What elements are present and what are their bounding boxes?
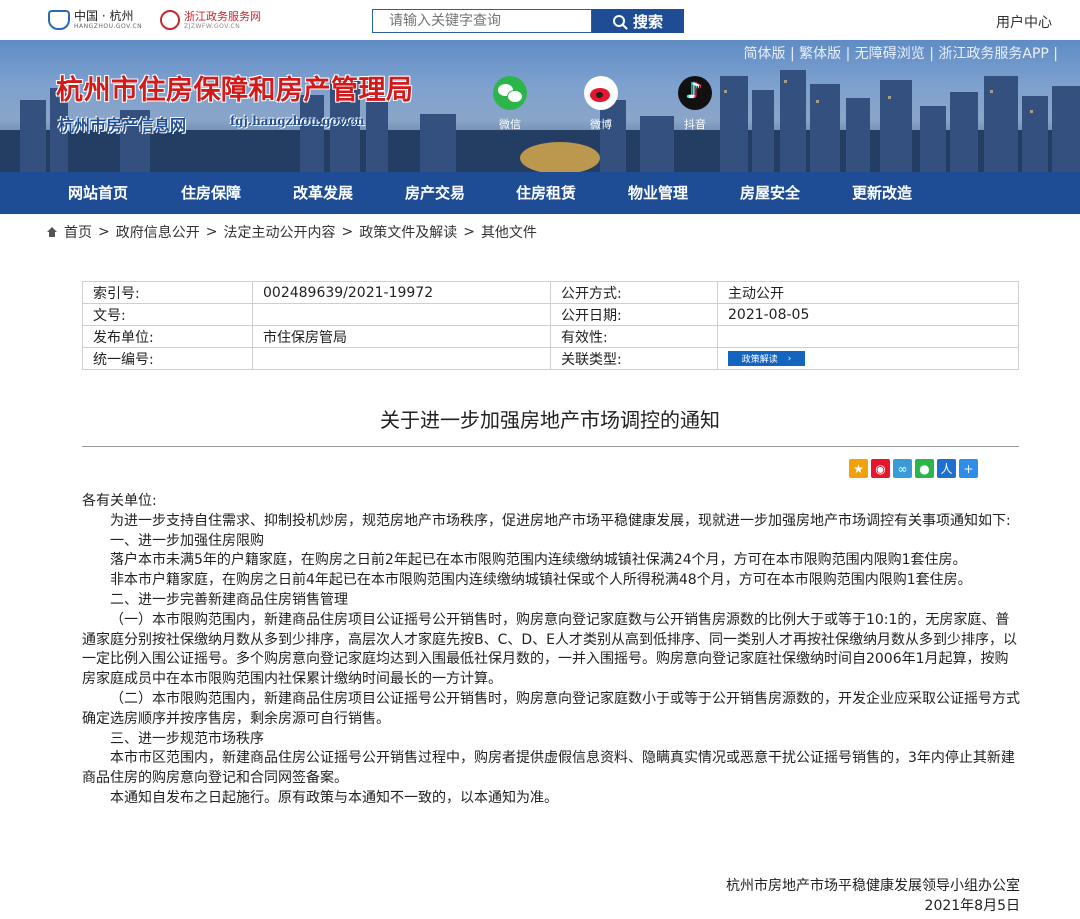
- site-url: fgj.hangzhou.gov.cn: [230, 114, 365, 128]
- weibo-icon: [584, 76, 618, 110]
- search-icon: [612, 15, 625, 27]
- meta-value: 2021-08-05: [717, 303, 1019, 326]
- hangzhou-logo-icon: [48, 10, 70, 30]
- policy-interpretation-label: 政策解读: [741, 355, 778, 365]
- section-heading: 二、进一步完善新建商品住房销售管理: [110, 591, 348, 608]
- meta-key: 有效性:: [550, 325, 718, 348]
- breadcrumb-gov-info[interactable]: 政府信息公开: [116, 222, 200, 242]
- site-subtitle: 杭州市房产信息网: [58, 116, 187, 135]
- table-row: 发布单位: 市住保房管局 有效性:: [82, 325, 1019, 348]
- meta-value: [717, 325, 1019, 348]
- section-heading: 一、进一步加强住房限购: [110, 532, 264, 549]
- wechat-label: 微信: [499, 118, 521, 131]
- more-share-icon[interactable]: +: [959, 459, 978, 478]
- paragraph: （二）本市限购范围内，新建商品住房项目公证摇号公开销售时，购房意向登记家庭数小于…: [82, 690, 1020, 727]
- meta-key: 文号:: [82, 303, 253, 326]
- paragraph: 本市市区范围内，新建商品住房公证摇号公开销售过程中，购房者提供虚假信息资料、隐瞒…: [82, 750, 1015, 787]
- nav-item-building-safety[interactable]: 房屋安全: [740, 172, 800, 214]
- nav-item-renewal[interactable]: 更新改造: [852, 172, 912, 214]
- meta-key: 索引号:: [82, 281, 253, 304]
- home-icon: [46, 227, 58, 237]
- breadcrumb-home[interactable]: 首页: [64, 222, 92, 242]
- nav-item-property-trade[interactable]: 房产交易: [405, 172, 465, 214]
- zjzwfw-logo-icon: [160, 10, 180, 30]
- nav-item-housing-security[interactable]: 住房保障: [181, 172, 241, 214]
- wechat-icon: [493, 76, 527, 110]
- paragraph: 非本市户籍家庭，在购房之日前4年起已在本市限购范围内连续缴纳城镇社保或个人所得税…: [110, 572, 972, 589]
- top-bar: 中国 · 杭州 HANGZHOU.GOV.CN 浙江政务服务网 ZJZWFW.G…: [0, 0, 1080, 40]
- header-banner: 简体版 | 繁体版 | 无障碍浏览 | 浙江政务服务APP | 杭州市住房保障和…: [0, 40, 1080, 172]
- table-row: 索引号: 002489639/2021-19972 公开方式: 主动公开: [82, 281, 1019, 304]
- douyin-label: 抖音: [684, 118, 706, 131]
- douyin-link[interactable]: 抖音: [678, 76, 712, 132]
- wechat-share-icon[interactable]: ●: [915, 459, 934, 478]
- meta-key: 发布单位:: [82, 325, 253, 348]
- nav-item-reform[interactable]: 改革发展: [293, 172, 353, 214]
- weibo-label: 微博: [590, 118, 612, 131]
- breadcrumb-sep: >: [98, 224, 110, 240]
- meta-key: 关联类型:: [550, 347, 718, 370]
- meta-key: 公开日期:: [550, 303, 718, 326]
- site-title: 杭州市住房保障和房产管理局: [56, 75, 414, 106]
- salutation: 各有关单位:: [82, 493, 157, 509]
- breadcrumb-other-files[interactable]: 其他文件: [481, 222, 537, 242]
- meta-value: 市住保房管局: [252, 325, 551, 348]
- meta-key: 统一编号:: [82, 347, 253, 370]
- renren-share-icon[interactable]: 人: [937, 459, 956, 478]
- share-bar: ★ ◉ ∞ ● 人 +: [849, 459, 978, 478]
- breadcrumb: 首页 > 政府信息公开 > 法定主动公开内容 > 政策文件及解读 > 其他文件: [46, 222, 537, 242]
- douyin-icon: [678, 76, 712, 110]
- user-center-link[interactable]: 用户中心: [996, 12, 1052, 32]
- breadcrumb-public-content[interactable]: 法定主动公开内容: [223, 222, 335, 242]
- hangzhou-logo-domain: HANGZHOU.GOV.CN: [74, 23, 143, 30]
- paragraph: 本通知自发布之日起施行。原有政策与本通知不一致的，以本通知为准。: [110, 789, 558, 806]
- meta-key: 公开方式:: [550, 281, 718, 304]
- paragraph: （一）本市限购范围内，新建商品住房项目公证摇号公开销售时，购房意向登记家庭数与公…: [82, 611, 1018, 688]
- article-title: 关于进一步加强房地产市场调控的通知: [380, 408, 720, 432]
- breadcrumb-sep: >: [463, 224, 475, 240]
- hangzhou-gov-logo[interactable]: 中国 · 杭州 HANGZHOU.GOV.CN: [48, 10, 142, 30]
- policy-interpretation-button[interactable]: 政策解读 ›: [728, 351, 805, 366]
- meta-value: 政策解读 ›: [717, 347, 1019, 370]
- zjzwfw-logo-domain: ZJZWFW.GOV.CN: [184, 22, 241, 30]
- meta-value: 002489639/2021-19972: [252, 281, 551, 304]
- article-body: 各有关单位: 为进一步支持自住需求、抑制投机炒房，规范房地产市场秩序，促进房地产…: [82, 492, 1022, 809]
- wechat-link[interactable]: 微信: [493, 76, 527, 132]
- paragraph: 为进一步支持自住需求、抑制投机炒房，规范房地产市场秩序，促进房地产市场平稳健康发…: [110, 512, 1011, 529]
- search-button[interactable]: 搜索: [592, 9, 684, 33]
- tencent-share-icon[interactable]: ∞: [893, 459, 912, 478]
- search-input[interactable]: [372, 9, 592, 33]
- zjzwfw-logo[interactable]: 浙江政务服务网 ZJZWFW.GOV.CN: [160, 10, 261, 30]
- weibo-share-icon[interactable]: ◉: [871, 459, 890, 478]
- signature-date: 2021年8月5日: [924, 898, 1020, 914]
- version-links[interactable]: 简体版 | 繁体版 | 无障碍浏览 | 浙江政务服务APP |: [744, 43, 1058, 63]
- signature-org: 杭州市房地产市场平稳健康发展领导小组办公室: [726, 878, 1020, 894]
- qzone-icon[interactable]: ★: [849, 459, 868, 478]
- signature: 杭州市房地产市场平稳健康发展领导小组办公室 2021年8月5日: [726, 876, 1020, 916]
- nav-item-rental[interactable]: 住房租赁: [516, 172, 576, 214]
- search-button-label: 搜索: [632, 12, 663, 31]
- zjzwfw-logo-text: 浙江政务服务网: [184, 9, 261, 23]
- breadcrumb-sep: >: [205, 224, 218, 240]
- nav-item-home[interactable]: 网站首页: [68, 172, 128, 214]
- breadcrumb-policy[interactable]: 政策文件及解读: [359, 222, 457, 242]
- meta-value: [252, 347, 551, 370]
- chevron-right-icon: ›: [787, 353, 792, 364]
- title-divider: [82, 446, 1019, 447]
- breadcrumb-sep: >: [341, 224, 354, 240]
- meta-value: 主动公开: [717, 281, 1019, 304]
- table-row: 统一编号: 关联类型: 政策解读 ›: [82, 347, 1019, 370]
- paragraph: 落户本市未满5年的户籍家庭，在购房之日前2年起已在本市限购范围内连续缴纳城镇社保…: [110, 552, 967, 569]
- document-meta-table: 索引号: 002489639/2021-19972 公开方式: 主动公开 文号:…: [82, 281, 1019, 370]
- main-nav: 网站首页 住房保障 改革发展 房产交易 住房租赁 物业管理 房屋安全 更新改造: [0, 172, 1080, 214]
- hangzhou-logo-text: 中国 · 杭州: [74, 9, 134, 23]
- table-row: 文号: 公开日期: 2021-08-05: [82, 303, 1019, 326]
- nav-item-property-management[interactable]: 物业管理: [628, 172, 688, 214]
- meta-value: [252, 303, 551, 326]
- weibo-link[interactable]: 微博: [584, 76, 618, 132]
- section-heading: 三、进一步规范市场秩序: [110, 730, 264, 747]
